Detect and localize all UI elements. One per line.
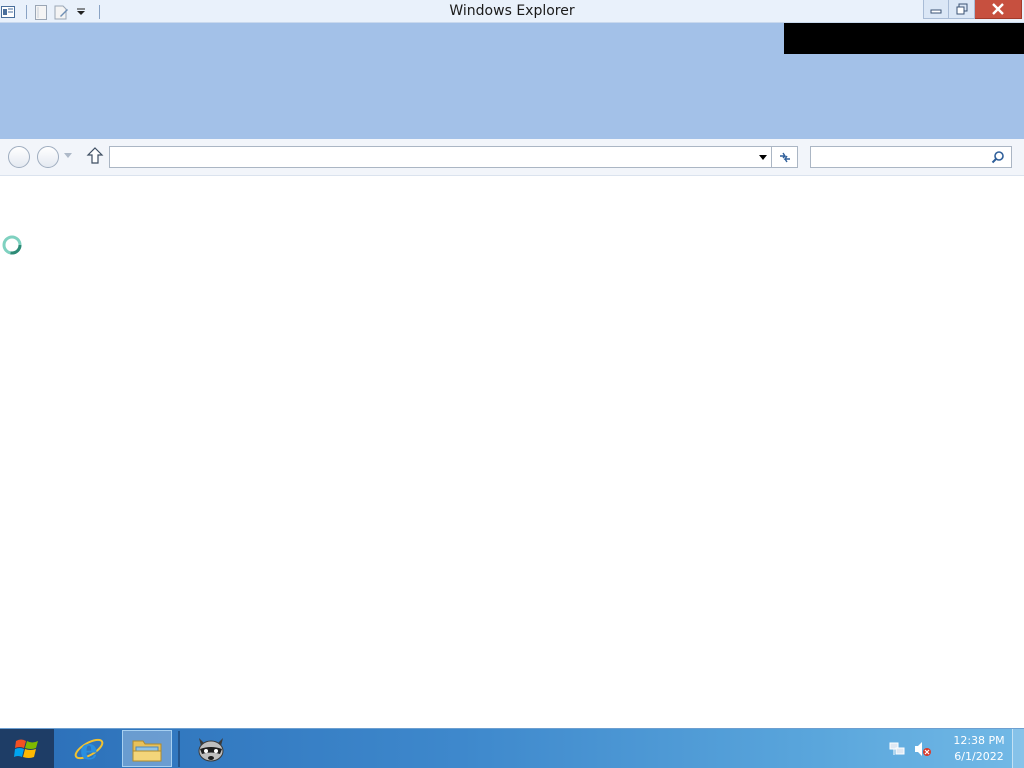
clock-time: 12:38 PM bbox=[953, 733, 1005, 747]
recent-locations-dropdown[interactable] bbox=[64, 153, 72, 158]
taskbar-raccoon-app[interactable] bbox=[186, 730, 236, 767]
search-input[interactable] bbox=[811, 147, 989, 167]
address-dropdown-icon[interactable] bbox=[759, 155, 767, 160]
content-area bbox=[0, 176, 1024, 728]
minimize-icon bbox=[930, 9, 942, 14]
forward-button[interactable] bbox=[37, 146, 59, 168]
title-bar: Windows Explorer bbox=[0, 0, 1024, 23]
window-title: Windows Explorer bbox=[449, 3, 575, 19]
network-icon[interactable] bbox=[888, 740, 906, 758]
clock-date: 6/1/2022 bbox=[954, 749, 1004, 763]
start-button[interactable] bbox=[0, 729, 54, 768]
navigation-bar bbox=[0, 139, 1024, 176]
search-icon[interactable] bbox=[991, 150, 1005, 164]
search-box[interactable] bbox=[810, 146, 1012, 168]
redacted-region bbox=[784, 23, 1024, 54]
ribbon bbox=[0, 23, 1024, 139]
internet-explorer-icon: e bbox=[74, 733, 104, 765]
clock[interactable]: 12:38 PM 6/1/2022 bbox=[948, 733, 1010, 765]
volume-muted-icon[interactable] bbox=[914, 740, 932, 758]
taskbar-internet-explorer[interactable]: e bbox=[64, 730, 114, 767]
close-button[interactable] bbox=[975, 0, 1022, 19]
windows-logo-icon bbox=[14, 739, 38, 758]
screen: Windows Explorer e 12:38 PM 6/1/2022 bbox=[0, 0, 1024, 768]
taskbar-file-explorer[interactable] bbox=[122, 730, 172, 767]
refresh-button[interactable] bbox=[772, 146, 798, 168]
spinner-icon bbox=[1, 234, 25, 262]
show-desktop-button[interactable] bbox=[1012, 729, 1024, 768]
refresh-icon bbox=[779, 152, 790, 163]
restore-icon bbox=[956, 3, 967, 15]
system-tray: 12:38 PM 6/1/2022 bbox=[888, 729, 1010, 768]
address-bar[interactable] bbox=[109, 146, 772, 168]
up-arrow-icon bbox=[86, 147, 104, 164]
back-button[interactable] bbox=[8, 146, 30, 168]
window-controls bbox=[923, 0, 1022, 20]
taskbar-divider bbox=[178, 731, 180, 767]
minimize-button[interactable] bbox=[923, 0, 949, 19]
close-icon bbox=[992, 3, 1004, 15]
restore-button[interactable] bbox=[949, 0, 975, 19]
raccoon-icon bbox=[198, 737, 224, 761]
svg-text:e: e bbox=[80, 733, 98, 765]
file-explorer-icon bbox=[132, 740, 162, 761]
taskbar: e 12:38 PM 6/1/2022 bbox=[0, 728, 1024, 768]
address-input[interactable] bbox=[110, 147, 750, 167]
up-button[interactable] bbox=[86, 147, 104, 169]
